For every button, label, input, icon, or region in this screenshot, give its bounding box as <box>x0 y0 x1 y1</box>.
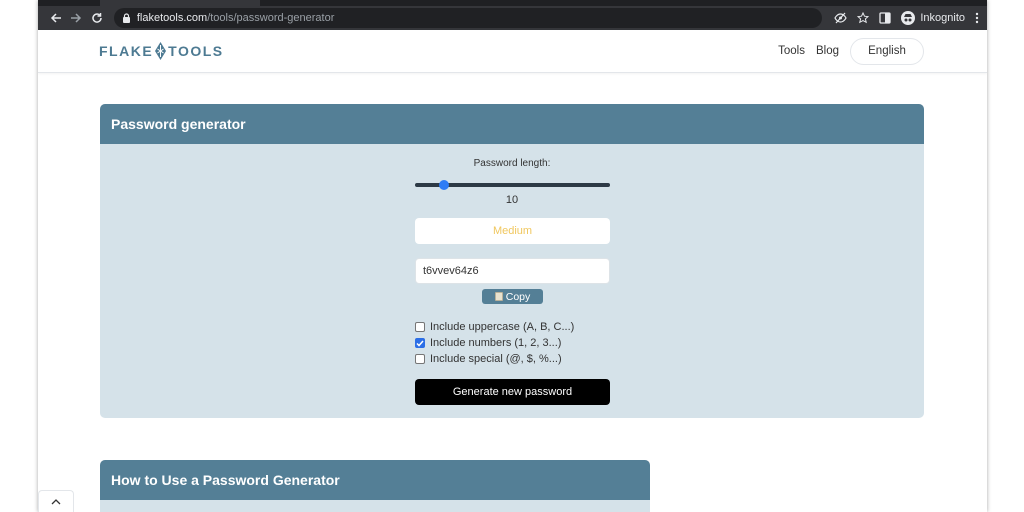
copy-button[interactable]: Copy <box>482 289 543 304</box>
outer-frame-right <box>987 0 1024 512</box>
numbers-checkbox[interactable] <box>415 338 425 348</box>
logo-text-left: FLAKE <box>99 43 154 59</box>
nav-tools-link[interactable]: Tools <box>778 45 805 57</box>
site-header: FLAKE TOOLS Tools Blog English <box>38 30 987 73</box>
kebab-menu-icon[interactable] <box>975 12 979 24</box>
option-uppercase[interactable]: Include uppercase (A, B, C...) <box>415 319 574 335</box>
password-length-value: 10 <box>505 194 519 206</box>
star-icon[interactable] <box>857 12 870 24</box>
option-uppercase-label: Include uppercase (A, B, C...) <box>430 321 575 333</box>
option-special[interactable]: Include special (@, $, %...) <box>415 351 574 367</box>
browser-toolbar: flaketools.com /tools/password-generator… <box>38 6 987 30</box>
side-panel-icon[interactable] <box>879 12 892 24</box>
url-path: /tools/password-generator <box>207 12 335 24</box>
card-title: Password generator <box>100 104 924 144</box>
generate-password-button[interactable]: Generate new password <box>415 379 610 405</box>
password-length-label: Password length: <box>473 158 551 169</box>
reload-button[interactable] <box>87 8 107 28</box>
incognito-icon <box>901 11 916 25</box>
outer-frame-left <box>0 0 38 512</box>
scroll-to-top-button[interactable] <box>38 490 74 512</box>
snowflake-icon <box>155 42 167 60</box>
nav-blog-link[interactable]: Blog <box>816 45 839 57</box>
arrow-right-icon <box>71 13 82 23</box>
password-options: Include uppercase (A, B, C...) Include n… <box>415 319 574 367</box>
password-output-field[interactable] <box>415 258 610 284</box>
site-nav: Tools Blog English <box>778 37 924 65</box>
option-numbers-label: Include numbers (1, 2, 3...) <box>430 337 562 349</box>
strength-indicator: Medium <box>415 218 610 244</box>
password-length-slider[interactable] <box>415 180 610 190</box>
tab-strip <box>38 0 987 6</box>
forward-button[interactable] <box>67 8 87 28</box>
card-body: Password length: 10 Medium Copy Include … <box>100 144 924 418</box>
profile-label: Inkognito <box>920 12 966 24</box>
option-special-label: Include special (@, $, %...) <box>430 353 562 365</box>
password-generator-card: Password generator Password length: 10 M… <box>100 104 924 418</box>
how-to-card: How to Use a Password Generator <box>100 460 650 512</box>
browser-window: flaketools.com /tools/password-generator… <box>38 0 987 512</box>
active-tab[interactable] <box>100 0 260 6</box>
option-numbers[interactable]: Include numbers (1, 2, 3...) <box>415 335 574 351</box>
lock-icon <box>122 13 130 23</box>
slider-thumb[interactable] <box>439 180 449 190</box>
arrow-left-icon <box>50 13 61 23</box>
uppercase-checkbox[interactable] <box>415 322 425 332</box>
back-button[interactable] <box>46 8 66 28</box>
special-checkbox[interactable] <box>415 354 425 364</box>
eye-off-icon[interactable] <box>834 12 848 24</box>
language-button[interactable]: English <box>850 37 924 65</box>
url-host: flaketools.com <box>136 12 208 24</box>
copy-button-label: Copy <box>505 290 531 303</box>
reload-icon <box>92 13 102 23</box>
site-logo[interactable]: FLAKE TOOLS <box>99 42 224 60</box>
chevron-up-icon <box>51 498 61 504</box>
address-bar[interactable]: flaketools.com /tools/password-generator <box>113 8 823 28</box>
logo-text-right: TOOLS <box>168 43 224 59</box>
clipboard-icon <box>494 292 503 301</box>
incognito-profile[interactable]: Inkognito <box>901 11 965 25</box>
how-to-title: How to Use a Password Generator <box>100 460 650 500</box>
